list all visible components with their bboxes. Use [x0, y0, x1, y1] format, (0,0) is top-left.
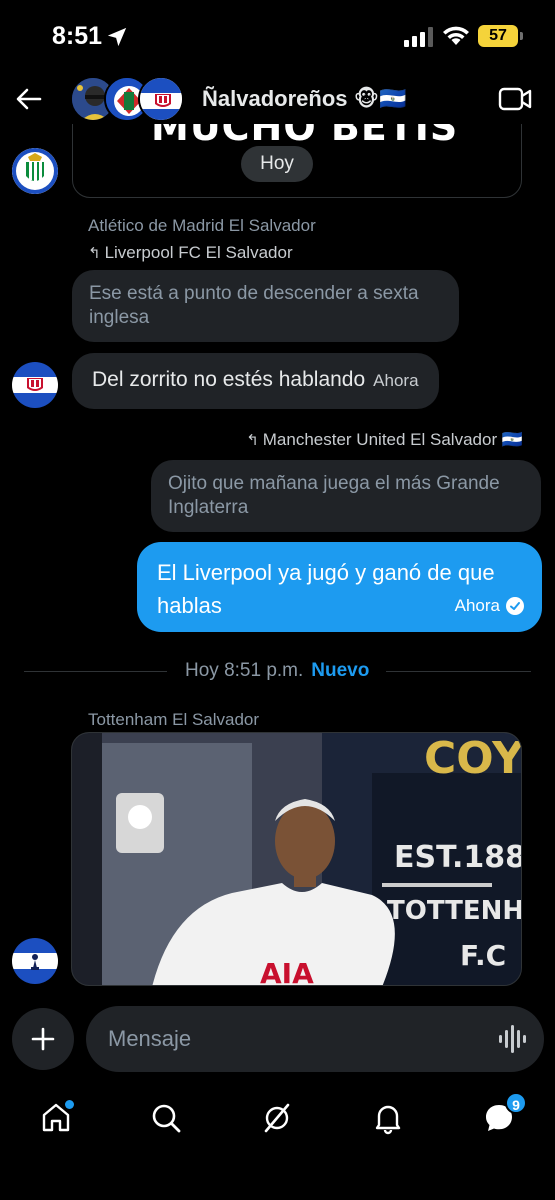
- message-list[interactable]: MUCHO BETIS Hoy Atlético de Madrid El Sa…: [0, 124, 555, 994]
- nav-home[interactable]: [36, 1098, 76, 1138]
- quoted-message[interactable]: Ojito que mañana juega el más Grande Ing…: [151, 460, 541, 532]
- divider-text: Hoy 8:51 p.m. Nuevo: [185, 660, 369, 682]
- plus-icon: [31, 1027, 55, 1051]
- new-label: Nuevo: [311, 660, 370, 681]
- media-text-shirt: AIA: [260, 957, 314, 986]
- reply-to-name: Liverpool FC El Salvador: [104, 243, 293, 262]
- media-text-fc: F.C: [460, 939, 506, 972]
- nav-notifications[interactable]: [368, 1098, 408, 1138]
- message-input-wrapper[interactable]: [86, 1006, 544, 1072]
- outgoing-message[interactable]: El Liverpool ya jugó y ganó de que habla…: [137, 542, 542, 632]
- location-arrow-icon: [107, 27, 127, 47]
- divider-line: [24, 671, 167, 672]
- media-text-est: EST.188: [394, 840, 522, 875]
- voice-wave-icon[interactable]: [498, 1024, 526, 1054]
- status-time: 8:51: [52, 22, 103, 50]
- media-text-club: TOTTENHAM H: [387, 896, 522, 926]
- message-time: Ahora: [454, 596, 500, 615]
- check-icon: [506, 596, 524, 615]
- message-time: Ahora: [373, 371, 419, 390]
- message-input[interactable]: [108, 1006, 488, 1072]
- atletico-avatar[interactable]: [12, 362, 58, 408]
- grok-icon: [264, 1103, 290, 1133]
- add-attachment-button[interactable]: [12, 1008, 74, 1070]
- nav-search[interactable]: [146, 1098, 186, 1138]
- back-button[interactable]: [14, 84, 44, 114]
- media-caption: MUCHO BETIS: [151, 124, 459, 149]
- new-messages-divider: Hoy 8:51 p.m. Nuevo: [24, 660, 531, 682]
- reply-icon: ↰: [246, 432, 259, 449]
- media-image: EST.188 TOTTENHAM H F.C COY AIA: [72, 733, 522, 986]
- wifi-icon: [443, 26, 469, 45]
- back-arrow-icon: [16, 88, 42, 110]
- messages-badge: 9: [505, 1092, 527, 1114]
- battery-indicator: 57: [478, 25, 523, 47]
- video-call-icon[interactable]: [498, 86, 532, 112]
- divider-time: Hoy 8:51 p.m.: [185, 660, 304, 681]
- tottenham-avatar[interactable]: [12, 938, 58, 984]
- member-avatar: [138, 76, 184, 122]
- reply-icon: ↰: [88, 245, 101, 262]
- bell-icon: [375, 1105, 401, 1135]
- status-bar: 8:51 57: [0, 0, 555, 74]
- media-text-top: COY: [424, 733, 522, 784]
- betis-avatar[interactable]: [12, 148, 58, 194]
- search-icon: [152, 1104, 181, 1133]
- group-avatars[interactable]: [70, 76, 186, 122]
- incoming-message[interactable]: Del zorrito no estés hablando Ahora: [72, 353, 439, 409]
- quoted-message[interactable]: Ese está a punto de descender a sexta in…: [72, 270, 459, 342]
- home-notification-dot: [65, 1100, 74, 1109]
- sender-name: Atlético de Madrid El Salvador: [88, 216, 316, 235]
- reply-reference[interactable]: ↰ Manchester United El Salvador 🇸🇻: [246, 430, 523, 450]
- sender-name: Tottenham El Salvador: [88, 710, 260, 729]
- reply-to-name: Manchester United El Salvador 🇸🇻: [262, 430, 523, 449]
- reply-reference[interactable]: ↰ Liverpool FC El Salvador: [88, 243, 293, 263]
- message-text: Del zorrito no estés hablando: [92, 368, 366, 391]
- chat-title[interactable]: Ñalvadoreños 🐵🇸🇻: [202, 86, 406, 112]
- message-meta: Ahora: [455, 589, 524, 622]
- signal-icon: [404, 27, 433, 47]
- nav-grok[interactable]: [257, 1098, 297, 1138]
- divider-line: [386, 671, 531, 672]
- bottom-navigation: 9: [0, 1086, 555, 1150]
- chat-header: Ñalvadoreños 🐵🇸🇻: [0, 74, 555, 124]
- nav-messages[interactable]: 9: [479, 1092, 527, 1138]
- day-label: Hoy: [241, 146, 313, 182]
- media-attachment[interactable]: EST.188 TOTTENHAM H F.C COY AIA: [71, 732, 522, 986]
- message-composer: [0, 1006, 555, 1072]
